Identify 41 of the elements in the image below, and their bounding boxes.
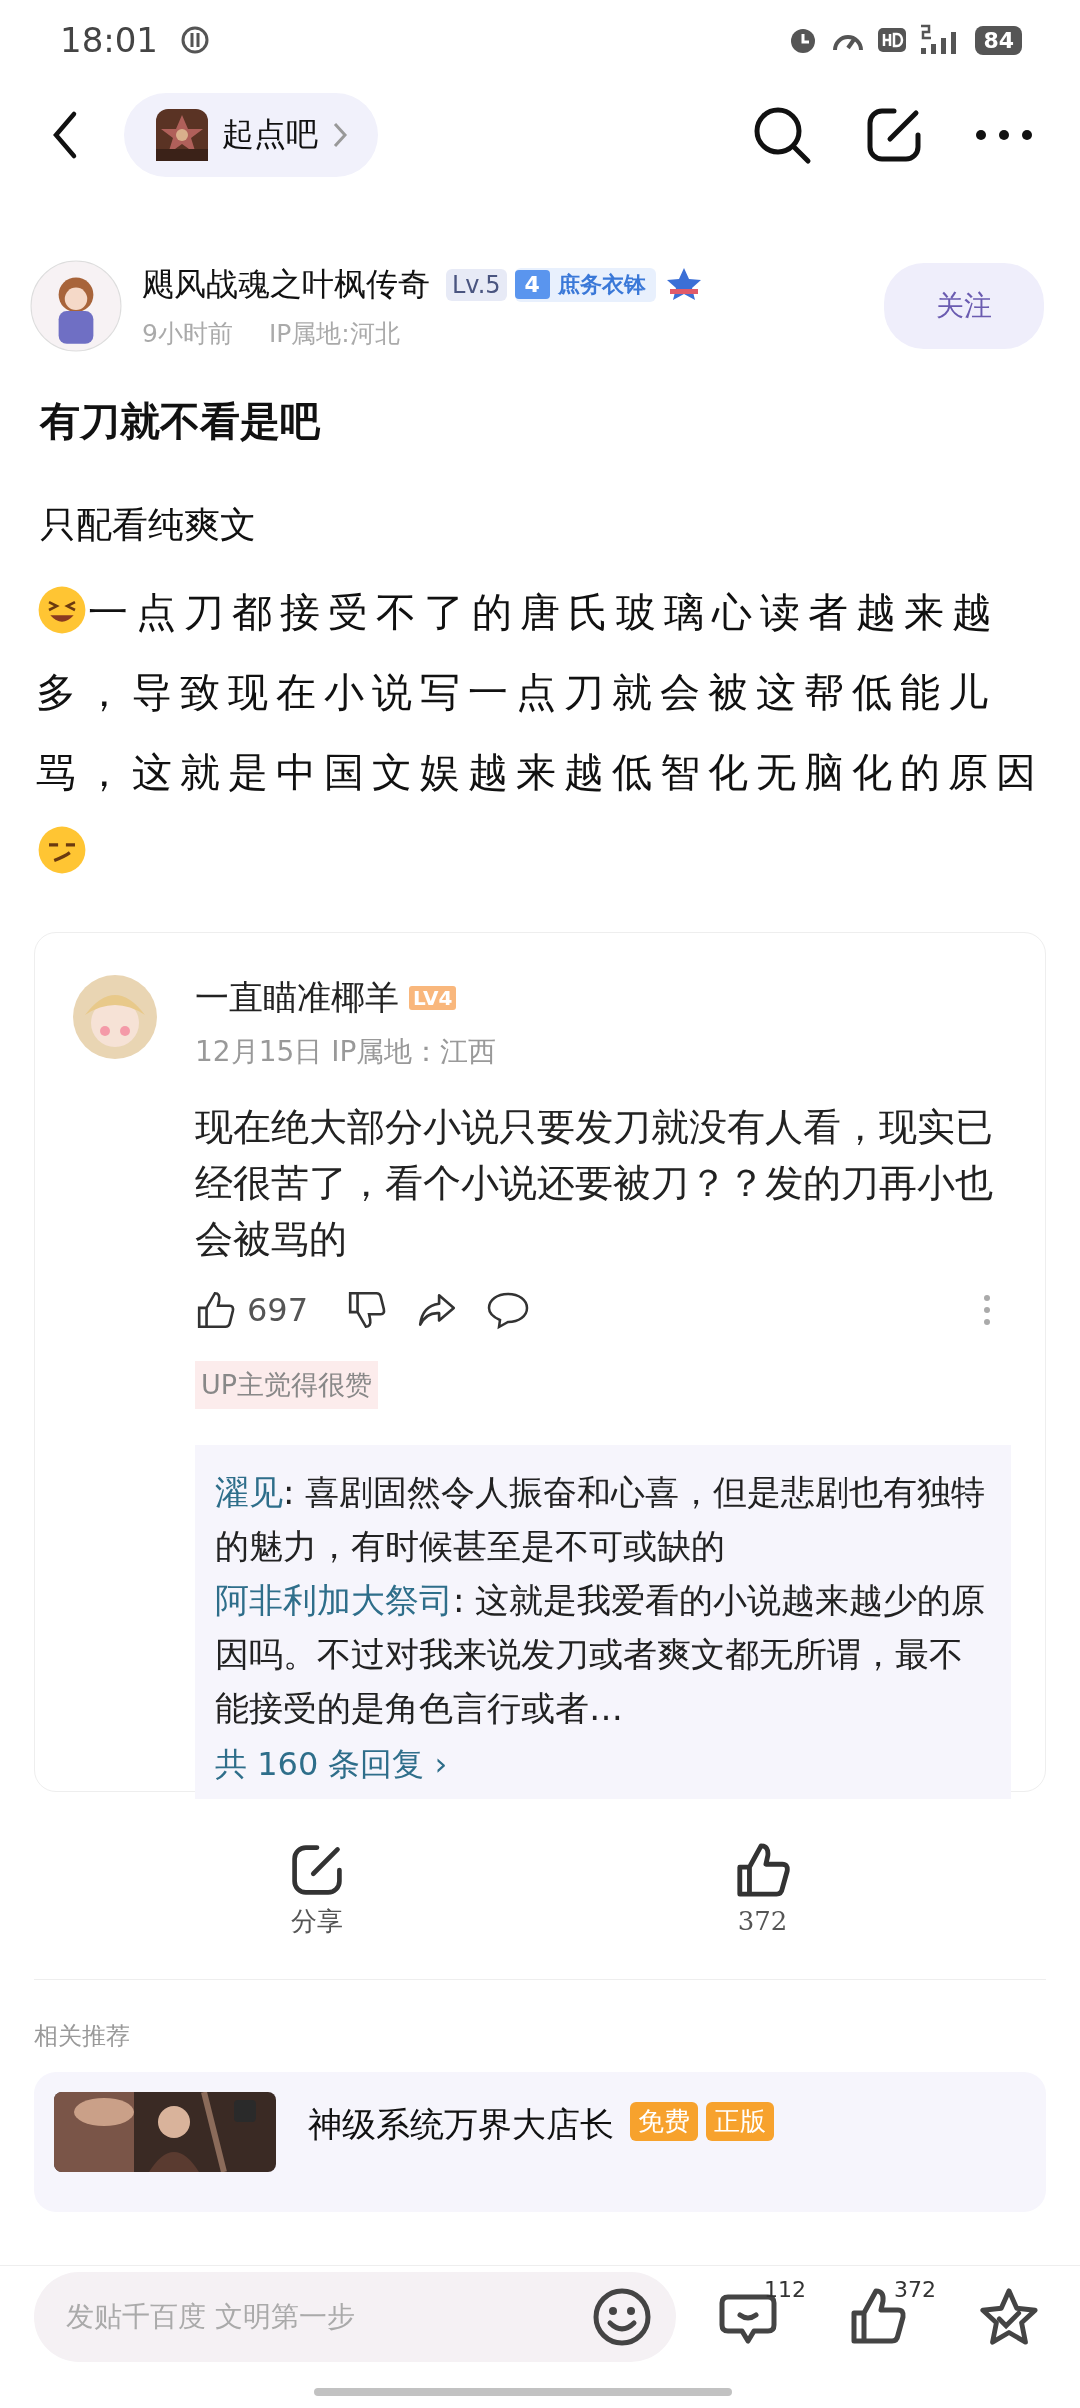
post-time: 9小时前 (142, 317, 233, 350)
reply: 阿非利加大祭司: 这就是我爱看的小说越来越少的原因吗。不过对我来说发刀或者爽文都无所谓，最不能接受的是角色言行或者… (215, 1579, 987, 1730)
forum-chip[interactable]: 起点吧 (124, 93, 378, 177)
comment-date: 12月15日 IP属地：江西 (195, 1034, 497, 1070)
level-badge: LV4 (409, 986, 457, 1010)
status-time: 18:01 (60, 20, 158, 60)
share-button[interactable]: 分享 (288, 1842, 345, 1939)
comment-icon (486, 1290, 531, 1330)
author-name[interactable]: 飓风战魂之叶枫传奇 (142, 262, 430, 307)
smirk-emoji-icon (36, 824, 88, 876)
rank-badge: 4 庶务衣钵 (514, 267, 656, 302)
more-icon (983, 1294, 991, 1326)
book-tag: 免费 (630, 2102, 698, 2141)
follow-button[interactable]: 关注 (884, 263, 1044, 349)
star-icon[interactable] (978, 2286, 1040, 2348)
like-count: 372 (894, 2277, 936, 2302)
smiley-icon[interactable] (592, 2287, 652, 2347)
recommendation-card[interactable]: 神级系统万界大店长 免费 正版 (34, 2072, 1046, 2212)
book-title: 神级系统万界大店长 (308, 2103, 614, 2146)
reply: 濯见: 喜剧固然令人振奋和心喜，但是悲剧也有独特的魅力，有时候甚至是不可或缺的 (215, 1471, 987, 1568)
more-icon[interactable] (974, 128, 1034, 142)
post-body: 一点刀都接受不了的唐氏玻璃心读者越来越多，导致现在小说写一点刀就会被这帮低能儿骂，这就是中国文娱越来越低智化无脑化的原因 (36, 572, 1044, 892)
comment-text: 现在绝大部分小说只要发刀就没有人看，现实已经很苦了，看个小说还要被刀？？发的刀再小也会被骂的 (195, 1104, 994, 1263)
chevron-right-icon (332, 121, 348, 149)
post-subtitle: 只配看纯爽文 (39, 503, 257, 547)
comment-count: 112 (764, 2277, 806, 2302)
thumbs-up-icon (195, 1289, 237, 1331)
app-notification-icon (180, 25, 210, 55)
laughing-emoji-icon (36, 584, 88, 636)
section-heading: 相关推荐 (34, 2021, 131, 2052)
avatar[interactable] (30, 260, 122, 352)
post-title: 有刀就不看是吧 (38, 396, 321, 446)
creator-liked-tag: UP主觉得很赞 (195, 1361, 379, 1409)
like-button[interactable]: 372 (733, 1842, 792, 1939)
commenter-name: 一直瞄准椰羊 (195, 976, 399, 1019)
ip-location: IP属地:河北 (268, 317, 400, 350)
battery-icon: 84 (975, 25, 1022, 55)
level-badge: Lv.5 (446, 268, 507, 301)
like-count: 697 (247, 1291, 309, 1329)
hd-icon (877, 25, 908, 55)
book-tag: 正版 (706, 2102, 774, 2141)
